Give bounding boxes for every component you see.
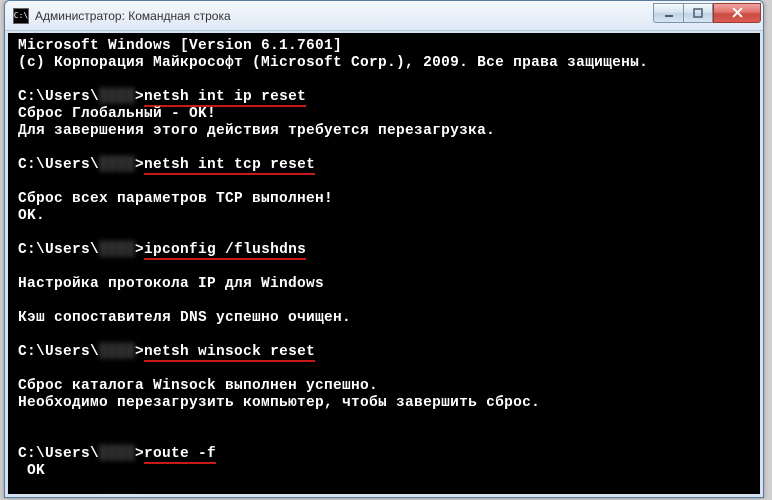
command: ipconfig /flushdns: [144, 242, 306, 260]
window-controls: [653, 3, 761, 23]
output-line: Сброс всех параметров TCP выполнен!: [18, 191, 333, 207]
masked-user: ▒▒▒▒: [99, 446, 135, 462]
prompt-line: C:\Users\▒▒▒▒>netsh winsock reset: [18, 344, 315, 362]
copyright-line: (c) Корпорация Майкрософт (Microsoft Cor…: [18, 55, 648, 71]
output-line: Необходимо перезагрузить компьютер, чтоб…: [18, 395, 540, 411]
console-output[interactable]: Microsoft Windows [Version 6.1.7601] (c)…: [5, 31, 763, 497]
version-line: Microsoft Windows [Version 6.1.7601]: [18, 38, 342, 54]
output-line: Для завершения этого действия требуется …: [18, 123, 495, 139]
command-prompt-window: C:\ Администратор: Командная строка Micr…: [4, 0, 764, 498]
output-line: OK: [18, 463, 45, 479]
output-line: Кэш сопоставителя DNS успешно очищен.: [18, 310, 351, 326]
prompt-line: C:\Users\▒▒▒▒>ipconfig /flushdns: [18, 242, 306, 260]
output-line: Cброс каталога Winsock выполнен успешно.: [18, 378, 378, 394]
prompt-line: C:\Users\▒▒▒▒>route -f: [18, 446, 216, 464]
maximize-button[interactable]: [683, 3, 713, 23]
output-line: OK.: [18, 208, 45, 224]
command: route -f: [144, 446, 216, 464]
masked-user: ▒▒▒▒: [99, 157, 135, 173]
command: netsh winsock reset: [144, 344, 315, 362]
masked-user: ▒▒▒▒: [99, 344, 135, 360]
app-icon: C:\: [13, 8, 29, 24]
masked-user: ▒▒▒▒: [99, 242, 135, 258]
output-line: Настройка протокола IP для Windows: [18, 276, 324, 292]
prompt-line: C:\Users\▒▒▒▒>netsh int ip reset: [18, 89, 306, 107]
minimize-button[interactable]: [653, 3, 683, 23]
prompt-line: C:\Users\▒▒▒▒>netsh int tcp reset: [18, 157, 315, 175]
window-title: Администратор: Командная строка: [35, 9, 653, 23]
titlebar[interactable]: C:\ Администратор: Командная строка: [5, 1, 763, 31]
close-button[interactable]: [713, 3, 761, 23]
output-line: Сброс Глобальный - OK!: [18, 106, 216, 122]
command: netsh int ip reset: [144, 89, 306, 107]
command: netsh int tcp reset: [144, 157, 315, 175]
masked-user: ▒▒▒▒: [99, 89, 135, 105]
